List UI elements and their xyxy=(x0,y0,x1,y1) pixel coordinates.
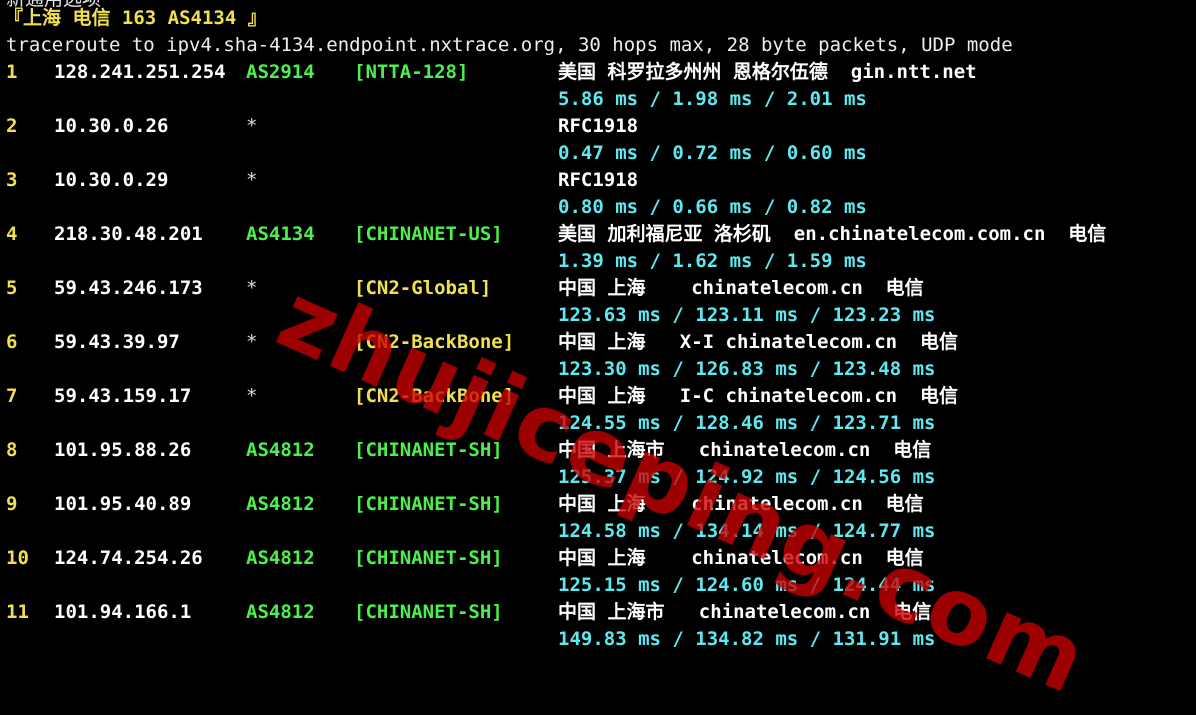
hop-asn: * xyxy=(246,331,258,353)
hop-location: RFC1918 xyxy=(558,115,639,137)
hop-ip: 10.30.0.29 xyxy=(54,169,169,191)
hop-number: 1 xyxy=(6,61,18,83)
hop-latency: 124.58 ms / 134.14 ms / 124.77 ms xyxy=(558,520,936,542)
hop-ip: 128.241.251.254 xyxy=(54,61,226,83)
hop-location: 中国 上海 X-I chinatelecom.cn 电信 xyxy=(558,331,958,353)
hop-network-tag: [CN2-BackBone] xyxy=(354,331,515,353)
hop-row: 11 101.94.166.1 AS4812 [CHINANET-SH] 中国 上海市 … xyxy=(0,599,1196,653)
hop-row: 5 59.43.246.173 * [CN2-Global] 中国 上海 chinate… xyxy=(0,275,1196,329)
hop-number: 10 xyxy=(6,547,29,569)
hop-location: 中国 上海市 chinatelecom.cn 电信 xyxy=(558,601,932,623)
hop-location: 美国 科罗拉多州州 恩格尔伍德 gin.ntt.net xyxy=(558,61,977,83)
hop-ip: 59.43.246.173 xyxy=(54,277,203,299)
hop-asn: AS4812 xyxy=(246,493,315,515)
hop-asn: AS4134 xyxy=(246,223,315,245)
hop-row: 2 10.30.0.26 * RFC1918 0.47 ms / 0.72 ms / 0… xyxy=(0,113,1196,167)
hop-number: 5 xyxy=(6,277,18,299)
hop-location: 中国 上海 chinatelecom.cn 电信 xyxy=(558,277,924,299)
hop-ip: 218.30.48.201 xyxy=(54,223,203,245)
hop-network-tag: [CHINANET-US] xyxy=(354,223,503,245)
hop-network-tag: [CN2-Global] xyxy=(354,277,492,299)
hop-asn: AS4812 xyxy=(246,547,315,569)
hop-ip: 59.43.39.97 xyxy=(54,331,180,353)
hop-asn: AS4812 xyxy=(246,601,315,623)
hop-location: 中国 上海 I-C chinatelecom.cn 电信 xyxy=(558,385,958,407)
hop-row: 8 101.95.88.26 AS4812 [CHINANET-SH] 中国 上海市 c… xyxy=(0,437,1196,491)
hop-latency: 0.80 ms / 0.66 ms / 0.82 ms xyxy=(558,196,867,218)
hop-ip: 101.95.40.89 xyxy=(54,493,192,515)
hop-number: 9 xyxy=(6,493,18,515)
hop-ip: 101.94.166.1 xyxy=(54,601,192,623)
hop-asn: AS4812 xyxy=(246,439,315,461)
hop-latency: 123.63 ms / 123.11 ms / 123.23 ms xyxy=(558,304,936,326)
hop-latency: 5.86 ms / 1.98 ms / 2.01 ms xyxy=(558,88,867,110)
hop-ip: 10.30.0.26 xyxy=(54,115,169,137)
hop-latency: 149.83 ms / 134.82 ms / 131.91 ms xyxy=(558,628,936,650)
hop-network-tag: [CHINANET-SH] xyxy=(354,493,503,515)
hop-location: 美国 加利福尼亚 洛杉矶 en.chinatelecom.com.cn 电信 xyxy=(558,223,1107,245)
hop-asn: * xyxy=(246,385,258,407)
hop-row: 3 10.30.0.29 * RFC1918 0.80 ms / 0.66 ms / 0… xyxy=(0,167,1196,221)
hop-row: 10 124.74.254.26 AS4812 [CHINANET-SH] 中国 上海 … xyxy=(0,545,1196,599)
hop-location: 中国 上海市 chinatelecom.cn 电信 xyxy=(558,439,932,461)
traceroute-command-line: traceroute to ipv4.sha-4134.endpoint.nxt… xyxy=(6,34,1013,56)
hop-asn: AS2914 xyxy=(246,61,315,83)
hop-network-tag: [CHINANET-SH] xyxy=(354,547,503,569)
hop-location: RFC1918 xyxy=(558,169,639,191)
hop-asn: * xyxy=(246,169,258,191)
hop-latency: 124.55 ms / 128.46 ms / 123.71 ms xyxy=(558,412,936,434)
hop-latency: 1.39 ms / 1.62 ms / 1.59 ms xyxy=(558,250,867,272)
hop-network-tag: [CN2-BackBone] xyxy=(354,385,515,407)
hop-number: 11 xyxy=(6,601,29,623)
hop-row: 1 128.241.251.254 AS2914 [NTTA-128] 美国 科罗拉多州… xyxy=(0,59,1196,113)
hop-asn: * xyxy=(246,115,258,137)
hop-network-tag: [CHINANET-SH] xyxy=(354,601,503,623)
hop-location: 中国 上海 chinatelecom.cn 电信 xyxy=(558,493,924,515)
hop-number: 7 xyxy=(6,385,18,407)
section-header: 『上海 电信 163 AS4134 』 xyxy=(4,7,267,29)
hop-number: 3 xyxy=(6,169,18,191)
hop-latency: 125.15 ms / 124.60 ms / 124.44 ms xyxy=(558,574,936,596)
hop-row: 7 59.43.159.17 * [CN2-BackBone] 中国 上海 I-C ch… xyxy=(0,383,1196,437)
hop-latency: 123.30 ms / 126.83 ms / 123.48 ms xyxy=(558,358,936,380)
hop-number: 8 xyxy=(6,439,18,461)
hop-network-tag: [NTTA-128] xyxy=(354,61,469,83)
hop-network-tag: [CHINANET-SH] xyxy=(354,439,503,461)
hop-latency: 125.37 ms / 124.92 ms / 124.56 ms xyxy=(558,466,936,488)
hop-row: 6 59.43.39.97 * [CN2-BackBone] 中国 上海 X-I chi… xyxy=(0,329,1196,383)
hop-number: 2 xyxy=(6,115,18,137)
hop-latency: 0.47 ms / 0.72 ms / 0.60 ms xyxy=(558,142,867,164)
hop-row: 4 218.30.48.201 AS4134 [CHINANET-US] 美国 加利福尼… xyxy=(0,221,1196,275)
hop-location: 中国 上海 chinatelecom.cn 电信 xyxy=(558,547,924,569)
hop-ip: 124.74.254.26 xyxy=(54,547,203,569)
hop-number: 4 xyxy=(6,223,18,245)
hop-number: 6 xyxy=(6,331,18,353)
hop-ip: 59.43.159.17 xyxy=(54,385,192,407)
hop-row: 9 101.95.40.89 AS4812 [CHINANET-SH] 中国 上海 ch… xyxy=(0,491,1196,545)
hop-ip: 101.95.88.26 xyxy=(54,439,192,461)
hop-asn: * xyxy=(246,277,258,299)
terminal-window[interactable]: 新通用选项 『上海 电信 163 AS4134 』 traceroute to … xyxy=(0,0,1196,715)
